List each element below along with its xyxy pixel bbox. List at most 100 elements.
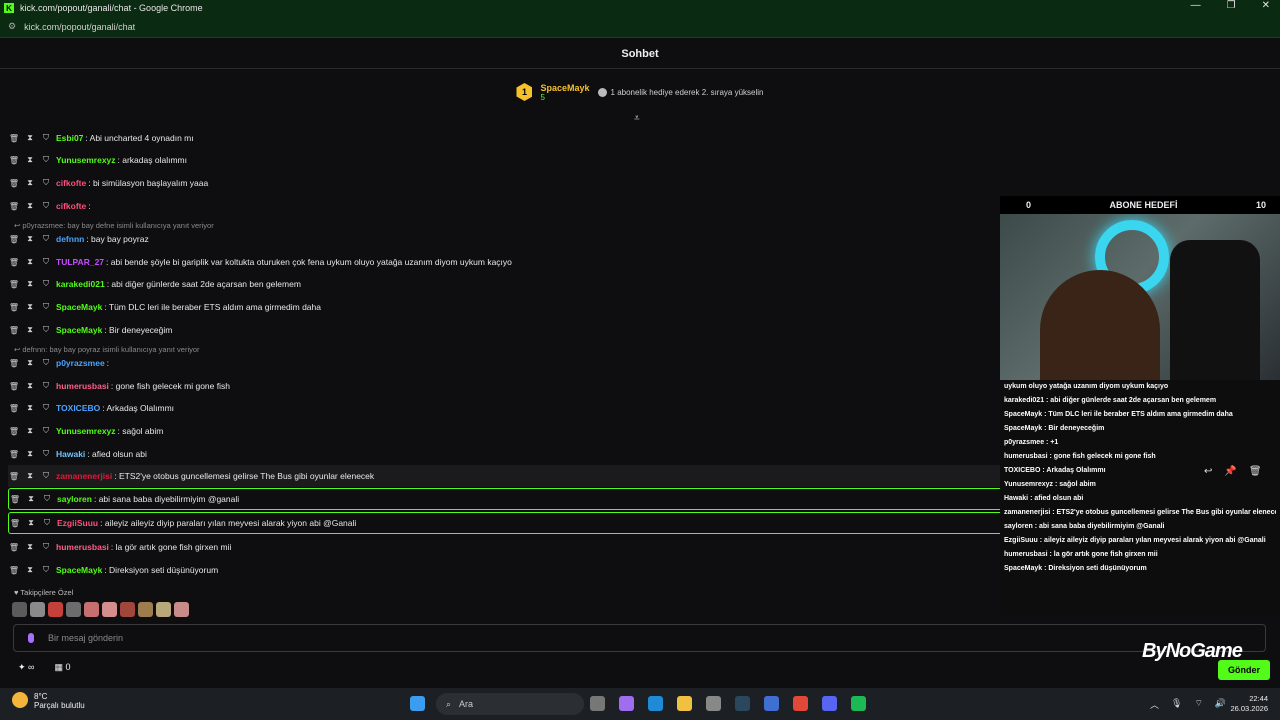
delete-icon[interactable]: 🗑 — [9, 495, 21, 504]
timeout-icon[interactable]: ⧗ — [24, 178, 36, 188]
delete-icon[interactable]: 🗑 — [8, 326, 20, 335]
timeout-icon[interactable]: ⧗ — [24, 403, 36, 413]
discord-icon[interactable] — [822, 696, 837, 711]
reply-icon[interactable]: ↩ — [1204, 466, 1212, 477]
chat-message[interactable]: 🗑 ⧗ ⛉ SpaceMayk: Direksiyon seti düşünüyoru… — [8, 559, 218, 581]
chat-username[interactable]: cifkofte — [56, 178, 86, 188]
chat-username[interactable]: SpaceMayk — [56, 565, 102, 575]
chat-message[interactable]: 🗑 ⧗ ⛉ TOXICEBO: Arkadaş Olalımmı — [8, 397, 174, 419]
delete-icon[interactable]: 🗑 — [8, 280, 20, 289]
wifi-icon[interactable]: ⌔ — [1194, 698, 1202, 711]
delete-icon[interactable]: 🗑 — [8, 404, 20, 413]
chat-username[interactable]: Hawaki — [56, 449, 85, 459]
chat-message[interactable]: 🗑 ⧗ ⛉ humerusbasi: gone fish gelecek mi gon… — [8, 375, 230, 397]
delete-icon[interactable]: 🗑 — [1249, 466, 1262, 477]
store-icon[interactable] — [706, 696, 721, 711]
delete-icon[interactable]: 🗑 — [8, 566, 20, 575]
timeout-icon[interactable]: ⧗ — [24, 426, 36, 436]
task-view-icon[interactable] — [590, 696, 605, 711]
timeout-icon[interactable]: ⧗ — [24, 542, 36, 552]
taskbar-search[interactable]: ⌕ Ara — [436, 693, 584, 715]
chevron-up-icon[interactable]: ︿ — [1150, 698, 1159, 711]
message-input[interactable]: Bir mesaj gönderin — [13, 624, 1266, 652]
chat-message[interactable]: 🗑 ⧗ ⛉ SpaceMayk: Tüm DLC leri ile beraber E… — [8, 296, 321, 318]
emote[interactable] — [138, 602, 153, 617]
chat-username[interactable]: zamanenerjisi — [56, 471, 112, 481]
timeout-icon[interactable]: ⧗ — [25, 494, 37, 504]
delete-icon[interactable]: 🗑 — [8, 202, 20, 211]
delete-icon[interactable]: 🗑 — [8, 258, 20, 267]
chat-username[interactable]: humerusbasi — [56, 381, 109, 391]
chat-username[interactable]: SpaceMayk — [56, 325, 102, 335]
chat-username[interactable]: SpaceMayk — [56, 302, 102, 312]
chat-username[interactable]: Esbi07 — [56, 133, 83, 143]
delete-icon[interactable]: 🗑 — [8, 156, 20, 165]
timeout-icon[interactable]: ⧗ — [24, 257, 36, 267]
volume-icon[interactable]: 🔊 — [1215, 698, 1226, 711]
delete-icon[interactable]: 🗑 — [8, 359, 20, 368]
timeout-icon[interactable]: ⧗ — [24, 325, 36, 335]
close-icon[interactable]: ✕ — [1262, 0, 1270, 11]
chat-username[interactable]: sayloren — [57, 494, 92, 504]
chat-message[interactable]: 🗑 ⧗ ⛉ SpaceMayk: Bir deneyeceğim — [8, 319, 172, 341]
chat-message[interactable]: 🗑 ⧗ ⛉ Yunusemrexyz: arkadaş olalımmı — [8, 149, 187, 171]
chat-username[interactable]: Yunusemrexyz — [56, 426, 116, 436]
emote[interactable] — [156, 602, 171, 617]
delete-icon[interactable]: 🗑 — [8, 450, 20, 459]
points-icon[interactable]: ✦ ∞ — [18, 662, 34, 673]
send-button[interactable]: Gönder — [1218, 660, 1270, 680]
clock[interactable]: 22:44 26.03.2026 — [1230, 694, 1268, 714]
explorer-icon[interactable] — [677, 696, 692, 711]
chat-message[interactable]: 🗑 ⧗ ⛉ Esbi07: Abi uncharted 4 oynadın mı — [8, 127, 194, 149]
pin-icon[interactable]: 📌 — [1224, 466, 1236, 477]
emote[interactable] — [84, 602, 99, 617]
chat-message[interactable]: 🗑 ⧗ ⛉ Hawaki: afied olsun abi — [8, 443, 147, 465]
timeout-icon[interactable]: ⧗ — [24, 234, 36, 244]
timeout-icon[interactable]: ⧗ — [24, 155, 36, 165]
chat-username[interactable]: Yunusemrexyz — [56, 155, 116, 165]
timeout-icon[interactable]: ⧗ — [24, 471, 36, 481]
gift-leaderboard[interactable]: 1 SpaceMayk 5 1 abonelik hediye ederek 2… — [0, 70, 1280, 114]
chat-username[interactable]: EzgiiSuuu — [57, 518, 98, 528]
timeout-icon[interactable]: ⧗ — [24, 381, 36, 391]
chat-username[interactable]: karakedi021 — [56, 279, 105, 289]
chat-message[interactable]: 🗑 ⧗ ⛉ cifkofte: bi simülasyon başlayalım ya… — [8, 172, 208, 194]
restore-icon[interactable]: ❐ — [1227, 0, 1236, 11]
leader-user[interactable]: SpaceMayk 5 — [540, 83, 589, 102]
mic-tray-icon[interactable]: 🎙 — [1171, 698, 1182, 711]
delete-icon[interactable]: 🗑 — [8, 303, 20, 312]
minimize-icon[interactable]: — — [1191, 0, 1201, 11]
emote[interactable] — [12, 602, 27, 617]
chat-username[interactable]: defnnn — [56, 234, 84, 244]
emote[interactable] — [174, 602, 189, 617]
timeout-icon[interactable]: ⧗ — [24, 358, 36, 368]
chat-username[interactable]: TOXICEBO — [56, 403, 100, 413]
reply-context[interactable]: ↩ p0yrazsmee: bay bay defne isimli kulla… — [14, 221, 214, 230]
chat-username[interactable]: cifkofte — [56, 201, 86, 211]
delete-icon[interactable]: 🗑 — [8, 134, 20, 143]
chat-username[interactable]: humerusbasi — [56, 542, 109, 552]
chat-message[interactable]: 🗑 ⧗ ⛉ Yunusemrexyz: sağol abim — [8, 420, 163, 442]
emote[interactable] — [120, 602, 135, 617]
steam-icon[interactable] — [735, 696, 750, 711]
chat-message[interactable]: 🗑 ⧗ ⛉ p0yrazsmee: — [8, 352, 109, 374]
chat-username[interactable]: TULPAR_27 — [56, 257, 104, 267]
chrome-icon[interactable] — [793, 696, 808, 711]
timeout-icon[interactable]: ⧗ — [24, 449, 36, 459]
timeout-icon[interactable]: ⧗ — [24, 133, 36, 143]
address-bar[interactable]: ⚙ kick.com/popout/ganali/chat — [0, 16, 1280, 38]
timeout-icon[interactable]: ⧗ — [24, 565, 36, 575]
spotify-icon[interactable] — [851, 696, 866, 711]
site-settings-icon[interactable]: ⚙ — [8, 21, 16, 32]
gift-counter[interactable]: ▦ 0 — [54, 662, 70, 673]
emote[interactable] — [30, 602, 45, 617]
delete-icon[interactable]: 🗑 — [8, 427, 20, 436]
emote[interactable] — [48, 602, 63, 617]
delete-icon[interactable]: 🗑 — [8, 543, 20, 552]
chat-message[interactable]: 🗑 ⧗ ⛉ defnnn: bay bay poyraz — [8, 228, 149, 250]
chat-message[interactable]: 🗑 ⧗ ⛉ humerusbasi: la gör artık gone fish g… — [8, 536, 231, 558]
scroll-down-icon[interactable]: ⩡ — [634, 113, 640, 124]
mic-icon[interactable] — [28, 633, 34, 643]
timeout-icon[interactable]: ⧗ — [25, 518, 37, 528]
chat-username[interactable]: p0yrazsmee — [56, 358, 105, 368]
